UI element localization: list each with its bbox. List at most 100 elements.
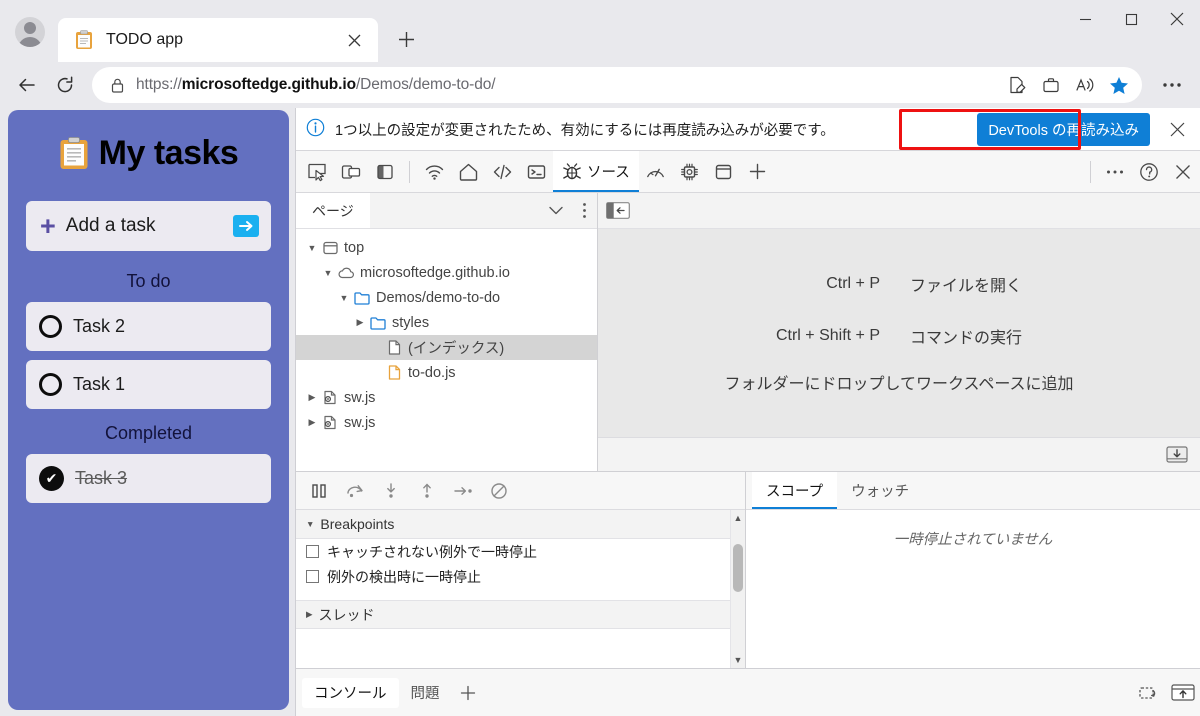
- step-into-icon[interactable]: [376, 477, 406, 505]
- window-controls: [1062, 0, 1200, 38]
- task-item[interactable]: Task 1: [26, 360, 271, 409]
- minimize-button[interactable]: [1062, 0, 1108, 38]
- tree-node[interactable]: ▶ sw.js: [296, 385, 597, 410]
- task-item[interactable]: Task 2: [26, 302, 271, 351]
- drawer-tab-issues[interactable]: 問題: [399, 678, 452, 708]
- inspect-element-icon[interactable]: [300, 156, 334, 188]
- checkbox[interactable]: [306, 545, 319, 558]
- new-tab-button[interactable]: [386, 19, 426, 59]
- console-icon[interactable]: [519, 156, 553, 188]
- dock-to-bottom-icon[interactable]: [1162, 443, 1192, 467]
- navigator-tab-page[interactable]: ページ: [296, 193, 370, 228]
- add-task-input[interactable]: + Add a task: [26, 201, 271, 251]
- drawer-tab-console[interactable]: コンソール: [302, 678, 399, 708]
- tree-node[interactable]: ▼ microsoftedge.github.io: [296, 260, 597, 285]
- task-label: Task 3: [75, 468, 127, 489]
- close-window-button[interactable]: [1154, 0, 1200, 38]
- tab-close-icon[interactable]: [340, 26, 368, 54]
- collapse-triangle-icon[interactable]: ▶: [304, 392, 320, 403]
- tab-sources-label: ソース: [587, 161, 630, 182]
- reload-devtools-button[interactable]: DevTools の再読み込み: [977, 113, 1150, 146]
- dock-to-top-icon[interactable]: [1166, 678, 1200, 708]
- pause-uncaught-exceptions-row[interactable]: キャッチされない例外で一時停止: [296, 539, 730, 564]
- step-out-icon[interactable]: [412, 477, 442, 505]
- edit-page-icon[interactable]: [1000, 69, 1034, 101]
- browser-tab[interactable]: TODO app: [58, 18, 378, 62]
- breakpoints-section-header[interactable]: ▼ Breakpoints: [296, 510, 730, 539]
- task-checkbox-checked[interactable]: ✔: [39, 466, 64, 491]
- sources-top-area: ページ ▼: [296, 193, 1200, 472]
- deactivate-breakpoints-icon[interactable]: [484, 477, 514, 505]
- checkbox[interactable]: [306, 570, 319, 583]
- toolbar-divider: [1090, 161, 1091, 183]
- expand-triangle-icon[interactable]: ▼: [304, 243, 320, 253]
- tab-watch[interactable]: ウォッチ: [837, 472, 923, 509]
- scroll-up-arrow[interactable]: ▲: [734, 510, 743, 526]
- read-aloud-icon[interactable]: [1068, 69, 1102, 101]
- tree-node-label: (インデックス): [408, 337, 504, 358]
- chevron-down-icon[interactable]: [541, 196, 571, 226]
- scrollbar-track[interactable]: [731, 526, 746, 652]
- expand-triangle-icon[interactable]: ▼: [336, 293, 352, 303]
- add-task-placeholder: Add a task: [66, 215, 233, 237]
- tab-sources[interactable]: ソース: [553, 151, 639, 192]
- tree-node-selected[interactable]: ▶ (インデックス): [296, 335, 597, 360]
- scroll-down-arrow[interactable]: ▼: [734, 652, 743, 668]
- address-bar[interactable]: https://microsoftedge.github.io/Demos/de…: [92, 67, 1142, 103]
- tree-node[interactable]: ▼ top: [296, 235, 597, 260]
- tree-node[interactable]: ▶ sw.js: [296, 410, 597, 435]
- reload-button[interactable]: [46, 66, 84, 104]
- tree-node[interactable]: ▶ to-do.js: [296, 360, 597, 385]
- elements-icon[interactable]: [485, 156, 519, 188]
- help-icon[interactable]: [1132, 156, 1166, 188]
- url-scheme: https://: [136, 76, 182, 93]
- step-icon[interactable]: [448, 477, 478, 505]
- task-checkbox[interactable]: [39, 315, 62, 338]
- notification-message: 1つ以上の設定が変更されたため、有効にするには再度読み込みが必要です。: [335, 119, 977, 140]
- task-label: Task 2: [73, 316, 125, 337]
- tab-title: TODO app: [106, 31, 340, 49]
- pause-resume-icon[interactable]: [304, 477, 334, 505]
- tree-node-label: Demos/demo-to-do: [376, 290, 500, 306]
- navigator-tabbar: ページ: [296, 193, 597, 229]
- pause-caught-exceptions-row[interactable]: 例外の検出時に一時停止: [296, 564, 730, 589]
- devtools-more-icon[interactable]: [1098, 156, 1132, 188]
- task-label: Task 1: [73, 374, 125, 395]
- drawer-add-tab-icon[interactable]: [452, 678, 484, 708]
- cloud-icon: [336, 267, 356, 279]
- devtools-close-icon[interactable]: [1166, 156, 1200, 188]
- performance-icon[interactable]: [639, 156, 673, 188]
- add-task-submit-button[interactable]: [233, 215, 259, 237]
- expand-triangle-icon[interactable]: ▼: [320, 268, 336, 278]
- collections-icon[interactable]: [1034, 69, 1068, 101]
- tab-scope[interactable]: スコープ: [752, 472, 837, 509]
- collapse-triangle-icon[interactable]: ▶: [304, 417, 320, 428]
- tree-node[interactable]: ▼ Demos/demo-to-do: [296, 285, 597, 310]
- profile-button[interactable]: [8, 10, 52, 54]
- browser-settings-button[interactable]: [1154, 67, 1190, 103]
- tree-node-label: to-do.js: [408, 365, 456, 381]
- tree-node[interactable]: ▶ styles: [296, 310, 597, 335]
- device-emulation-icon[interactable]: [334, 156, 368, 188]
- show-navigator-icon[interactable]: [606, 202, 630, 220]
- scrollbar-thumb[interactable]: [733, 544, 743, 592]
- step-over-icon[interactable]: [340, 477, 370, 505]
- maximize-button[interactable]: [1108, 0, 1154, 38]
- back-button[interactable]: [8, 66, 46, 104]
- application-icon[interactable]: [707, 156, 741, 188]
- task-item-completed[interactable]: ✔ Task 3: [26, 454, 271, 503]
- debugger-scrollbar[interactable]: ▲ ▼: [730, 510, 745, 668]
- favorites-star-icon[interactable]: [1102, 69, 1136, 101]
- more-options-icon[interactable]: [571, 196, 597, 226]
- memory-icon[interactable]: [673, 156, 707, 188]
- collapse-triangle-icon[interactable]: ▶: [352, 317, 368, 328]
- home-icon[interactable]: [451, 156, 485, 188]
- task-checkbox[interactable]: [39, 373, 62, 396]
- console-settings-icon[interactable]: [1132, 678, 1166, 708]
- threads-section-header[interactable]: ▶ スレッド: [296, 600, 730, 629]
- network-icon[interactable]: [417, 156, 451, 188]
- notification-close-icon[interactable]: [1160, 112, 1194, 146]
- add-panel-icon[interactable]: [741, 156, 775, 188]
- sidebar-toggle-icon[interactable]: [368, 156, 402, 188]
- folder-icon: [368, 316, 388, 330]
